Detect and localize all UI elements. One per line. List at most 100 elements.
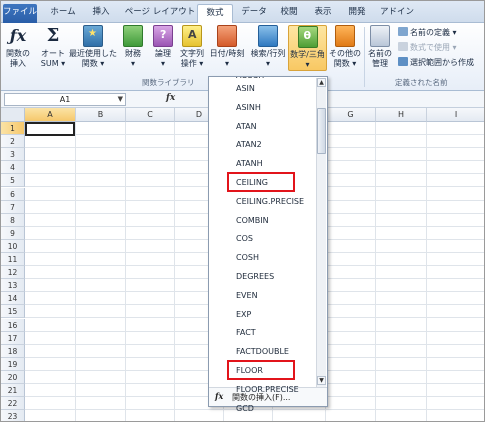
tab-addins[interactable]: アドイン (379, 4, 415, 23)
insert-function-button[interactable]: ƒx 関数の 挿入 (4, 25, 32, 69)
row-header[interactable]: 8 (1, 213, 25, 227)
financial-book-icon (123, 25, 143, 47)
selected-cell-a1[interactable] (25, 122, 75, 136)
row-header[interactable]: 21 (1, 384, 25, 397)
use-in-formula-button[interactable]: 数式で使用 ▾ (398, 42, 457, 53)
more-functions-button[interactable]: その他の 関数 ▾ (328, 25, 362, 69)
column-header-i[interactable]: I (427, 108, 484, 122)
math-trig-button[interactable]: θ 数学/三角 ▾ (288, 25, 327, 71)
ribbon-tab-bar: ファイル ホーム 挿入 ページ レイアウト 数式 データ 校閲 表示 開発 アド… (1, 1, 484, 24)
row-header[interactable]: 20 (1, 370, 25, 384)
tab-page-layout[interactable]: ページ レイアウト (122, 4, 198, 23)
group-label-function-library: 関数ライブラリ (142, 78, 195, 87)
function-item-ceiling-precise[interactable]: CEILING.PRECISE (236, 194, 304, 209)
grid-column-line (75, 122, 76, 421)
recently-used-button[interactable]: ★ 最近使用した 関数 ▾ (69, 25, 117, 69)
column-header-h[interactable]: H (376, 108, 427, 122)
grid-row-line (25, 409, 484, 411)
row-header[interactable]: 12 (1, 266, 25, 280)
tab-data[interactable]: データ (237, 4, 271, 23)
function-item-asin[interactable]: ASIN (236, 81, 255, 96)
row-header[interactable]: 17 (1, 331, 25, 345)
calendar-book-icon (217, 25, 237, 47)
function-item-cos[interactable]: COS (236, 231, 253, 246)
scroll-up-icon[interactable]: ▲ (317, 78, 326, 87)
tab-insert[interactable]: 挿入 (87, 4, 115, 23)
tag-icon (398, 27, 408, 36)
tab-formulas[interactable]: 数式 (197, 4, 233, 24)
function-item-gcd[interactable]: GCD (236, 401, 254, 416)
row-header[interactable]: 5 (1, 174, 25, 188)
row-header[interactable]: 1 (1, 122, 25, 135)
date-time-button[interactable]: 日付/時刻 ▾ (207, 25, 247, 69)
row-header[interactable]: 15 (1, 305, 25, 319)
function-item-atan[interactable]: ATAN (236, 119, 257, 134)
column-header-a[interactable]: A (25, 108, 76, 122)
column-header-b[interactable]: B (76, 108, 126, 122)
autosum-button[interactable]: Σ オート SUM ▾ (39, 25, 67, 69)
row-header[interactable]: 23 (1, 410, 25, 421)
fx-icon[interactable]: fx (166, 93, 175, 103)
math-trig-dropdown: ACOSH ▲ ▼ fx 関数の挿入(F)... ASIN ASINH ATAN AT… (208, 76, 328, 413)
excel-window: ファイル ホーム 挿入 ページ レイアウト 数式 データ 校閲 表示 開発 アド… (0, 0, 485, 422)
row-header[interactable]: 16 (1, 318, 25, 332)
row-header[interactable]: 19 (1, 357, 25, 371)
financial-button[interactable]: 財務 ▾ (121, 25, 145, 69)
function-item-floor-precise[interactable]: FLOOR.PRECISE (236, 382, 299, 397)
grid-column-line (426, 122, 427, 421)
function-item-factdouble[interactable]: FACTDOUBLE (236, 344, 289, 359)
function-item-atanh[interactable]: ATANH (236, 156, 263, 171)
name-manager-icon (370, 25, 390, 47)
row-header[interactable]: 7 (1, 200, 25, 214)
row-header[interactable]: 3 (1, 148, 25, 162)
function-item-degrees[interactable]: DEGREES (236, 269, 274, 284)
tab-review[interactable]: 校閲 (275, 4, 303, 23)
theta-book-icon: θ (297, 26, 318, 48)
scroll-thumb[interactable] (317, 108, 326, 154)
tab-file[interactable]: ファイル (3, 4, 37, 23)
define-name-button[interactable]: 名前の定義 ▾ (398, 27, 457, 38)
chevron-down-icon[interactable]: ▼ (118, 94, 123, 105)
row-header[interactable]: 9 (1, 226, 25, 240)
row-header[interactable]: 6 (1, 187, 25, 201)
scroll-down-icon[interactable]: ▼ (317, 376, 326, 385)
function-item-fact[interactable]: FACT (236, 325, 256, 340)
fx-icon: fx (215, 391, 224, 401)
row-header[interactable]: 10 (1, 239, 25, 253)
fx-icon: ƒx (9, 26, 27, 45)
row-header[interactable]: 18 (1, 344, 25, 358)
name-box[interactable]: A1 ▼ (4, 93, 126, 106)
row-header[interactable]: 14 (1, 292, 25, 306)
logical-button[interactable]: ? 論理 ▾ (151, 25, 175, 69)
function-item-even[interactable]: EVEN (236, 288, 258, 303)
text-button[interactable]: A 文字列 操作 ▾ (177, 25, 207, 69)
grid-column-line (375, 122, 376, 421)
row-header[interactable]: 22 (1, 397, 25, 411)
tab-home[interactable]: ホーム (45, 4, 81, 23)
highlight-box (227, 172, 295, 192)
row-header[interactable]: 4 (1, 161, 25, 175)
tab-developer[interactable]: 開発 (343, 4, 371, 23)
function-item-exp[interactable]: EXP (236, 307, 251, 322)
sigma-icon: Σ (46, 25, 60, 46)
function-item-combin[interactable]: COMBIN (236, 213, 269, 228)
grid-select-icon (398, 57, 408, 66)
lookup-book-icon (258, 25, 278, 47)
row-header[interactable]: 2 (1, 135, 25, 149)
function-item-asinh[interactable]: ASINH (236, 100, 261, 115)
tab-view[interactable]: 表示 (309, 4, 337, 23)
lookup-reference-button[interactable]: 検索/行列 ▾ (248, 25, 288, 69)
column-header-c[interactable]: C (126, 108, 175, 122)
row-header[interactable]: 11 (1, 253, 25, 266)
dropdown-scrollbar[interactable]: ▲ ▼ (316, 78, 326, 387)
function-item-cosh[interactable]: COSH (236, 250, 259, 265)
function-item-atan2[interactable]: ATAN2 (236, 137, 262, 152)
row-header[interactable]: 13 (1, 279, 25, 293)
more-books-icon (335, 25, 355, 47)
grid-column-line (174, 122, 175, 421)
name-manager-button[interactable]: 名前の 管理 (365, 25, 395, 69)
create-from-selection-button[interactable]: 選択範囲から作成 (398, 57, 474, 68)
column-header-g[interactable]: G (326, 108, 376, 122)
select-all-corner[interactable] (1, 108, 25, 122)
star-book-icon: ★ (83, 25, 103, 47)
